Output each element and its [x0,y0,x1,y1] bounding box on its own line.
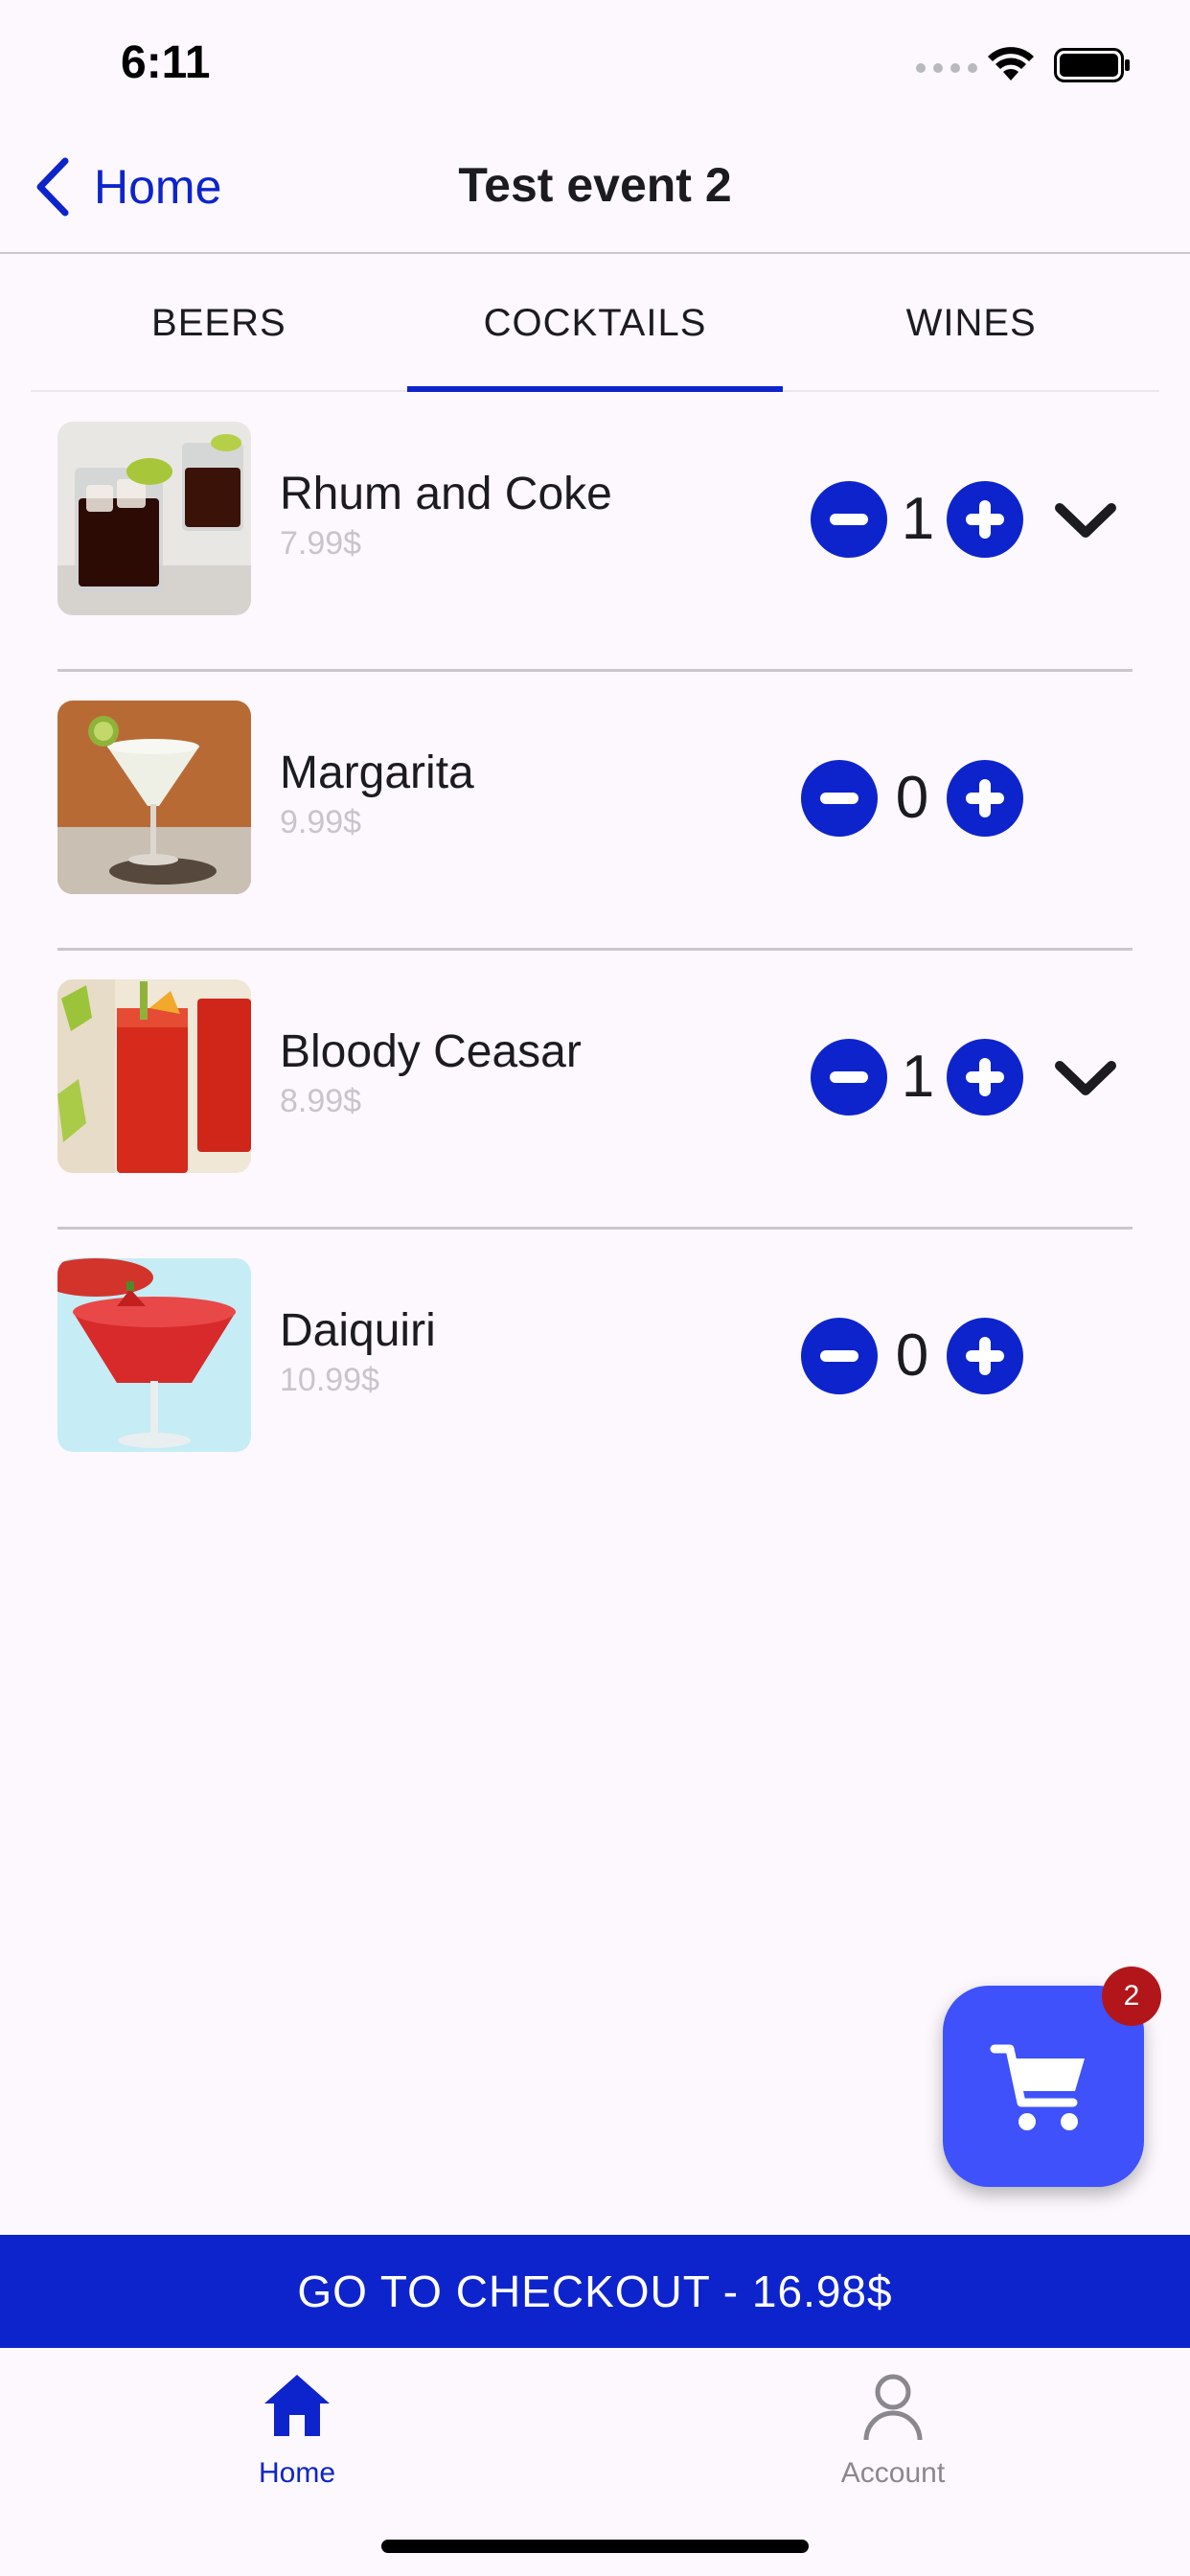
checkout-button[interactable]: GO TO CHECKOUT - 16.98$ [0,2235,1190,2348]
home-icon [264,2375,330,2436]
tab-beers[interactable]: BEERS [31,256,407,390]
item-name: Daiquiri [280,1305,436,1356]
item-price: 8.99$ [280,1083,362,1119]
decrease-quantity-button[interactable] [801,760,878,837]
quantity-value: 0 [895,765,929,831]
drink-image [57,701,251,894]
quantity-value: 1 [901,1044,935,1110]
item-price: 9.99$ [280,804,362,840]
increase-quantity-button[interactable] [947,1318,1023,1394]
cart-count-badge: 2 [1102,1966,1161,2026]
quantity-value: 0 [895,1322,929,1389]
item-name: Rhum and Coke [280,469,612,519]
increase-quantity-button[interactable] [947,481,1023,558]
decrease-quantity-button[interactable] [811,1039,887,1116]
item-name: Margarita [280,748,474,798]
cellular-signal-icon [916,63,977,73]
tab-cocktails[interactable]: COCKTAILS [406,256,784,392]
wifi-icon [988,47,1034,80]
item-price: 10.99$ [280,1362,379,1398]
nav-account-label: Account [840,2457,946,2489]
nav-home-label: Home [258,2457,336,2489]
increase-quantity-button[interactable] [947,760,1023,837]
nav-account[interactable]: Account [749,2367,1037,2490]
decrease-quantity-button[interactable] [801,1318,878,1394]
chevron-down-icon[interactable] [1054,1058,1117,1100]
list-item: Bloody Ceasar 8.99$ 1 [57,951,1133,1230]
list-item: Margarita 9.99$ 0 [57,672,1133,951]
item-name: Bloody Ceasar [280,1026,582,1077]
category-tabs: BEERS COCKTAILS WINES [31,256,1159,392]
list-item: Rhum and Coke 7.99$ 1 [57,393,1133,672]
cart-icon [990,2044,1085,2130]
nav-home[interactable]: Home [153,2367,441,2490]
drink-image [57,1258,251,1452]
tab-wines[interactable]: WINES [783,256,1159,390]
status-time: 6:11 [121,37,211,88]
home-indicator [381,2540,809,2553]
item-price: 7.99$ [280,525,362,562]
increase-quantity-button[interactable] [947,1039,1023,1116]
drink-image [57,422,251,615]
chevron-down-icon[interactable] [1054,500,1117,542]
navigation-bar: Home Test event 2 [0,125,1190,254]
account-icon [863,2374,923,2441]
status-bar: 6:11 [0,0,1190,125]
quantity-value: 1 [901,486,935,552]
drink-image [57,979,251,1173]
battery-icon [1054,48,1130,82]
list-item: Daiquiri 10.99$ 0 [57,1230,1133,1508]
page-title: Test event 2 [458,158,732,212]
decrease-quantity-button[interactable] [811,481,887,558]
